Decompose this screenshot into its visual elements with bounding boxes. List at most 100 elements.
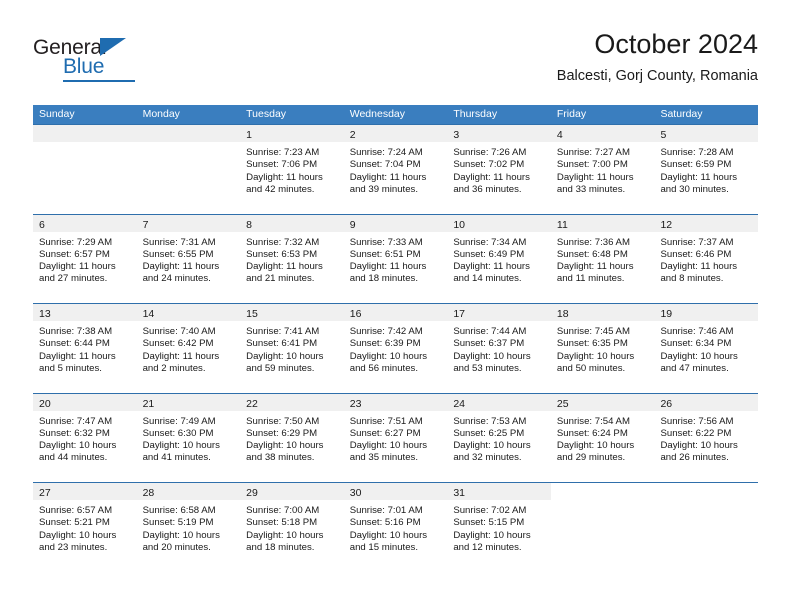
day-number-band: 17 — [447, 304, 551, 321]
sunset-text: Sunset: 6:42 PM — [142, 338, 214, 350]
day-cell[interactable]: 4 Sunrise: 7:27 AM Sunset: 7:00 PM Dayli… — [550, 125, 655, 214]
daylight-text-line1: Daylight: 10 hours — [453, 350, 531, 362]
daylight-text-line2: and 59 minutes. — [246, 362, 315, 374]
sunrise-text: Sunrise: 7:36 AM — [556, 236, 630, 248]
day-cell[interactable]: 12 Sunrise: 7:37 AM Sunset: 6:46 PM Dayl… — [654, 214, 759, 303]
day-details: Sunrise: 7:36 AM Sunset: 6:48 PM Dayligh… — [551, 232, 655, 286]
day-cell[interactable] — [33, 125, 137, 214]
day-cell[interactable]: 11 Sunrise: 7:36 AM Sunset: 6:48 PM Dayl… — [550, 214, 655, 303]
day-cell[interactable]: 25 Sunrise: 7:54 AM Sunset: 6:24 PM Dayl… — [550, 393, 655, 482]
daylight-text-line1: Daylight: 11 hours — [556, 261, 634, 273]
weekday-header-wednesday: Wednesday — [349, 108, 405, 120]
day-cell[interactable]: 18 Sunrise: 7:45 AM Sunset: 6:35 PM Dayl… — [550, 304, 655, 393]
day-number-band: 24 — [447, 393, 551, 411]
day-number: 22 — [246, 397, 258, 410]
day-cell[interactable]: 9 Sunrise: 7:33 AM Sunset: 6:51 PM Dayli… — [343, 214, 448, 303]
day-number: 26 — [660, 397, 673, 410]
day-details: Sunrise: 7:29 AM Sunset: 6:57 PM Dayligh… — [33, 232, 137, 286]
day-cell[interactable]: 17 Sunrise: 7:44 AM Sunset: 6:37 PM Dayl… — [447, 304, 551, 393]
daylight-text-line2: and 23 minutes. — [39, 541, 108, 553]
day-cell[interactable]: 14 Sunrise: 7:40 AM Sunset: 6:42 PM Dayl… — [136, 304, 241, 393]
day-cell[interactable]: 24 Sunrise: 7:53 AM Sunset: 6:25 PM Dayl… — [447, 393, 551, 482]
day-details — [654, 500, 758, 505]
day-details: Sunrise: 7:24 AM Sunset: 7:04 PM Dayligh… — [344, 142, 448, 196]
day-cell[interactable] — [550, 483, 655, 572]
sunrise-text: Sunrise: 7:32 AM — [246, 236, 320, 248]
day-number-band: 20 — [33, 393, 137, 411]
day-cell[interactable] — [654, 483, 759, 572]
day-number: 15 — [246, 308, 258, 320]
calendar-week-row: 27 Sunrise: 6:57 AM Sunset: 5:21 PM Dayl… — [33, 482, 759, 572]
day-details: Sunrise: 7:28 AM Sunset: 6:59 PM Dayligh… — [654, 142, 758, 196]
day-cell[interactable]: 3 Sunrise: 7:26 AM Sunset: 7:02 PM Dayli… — [447, 125, 551, 214]
day-cell[interactable]: 22 Sunrise: 7:50 AM Sunset: 6:29 PM Dayl… — [240, 393, 344, 482]
day-cell[interactable]: 23 Sunrise: 7:51 AM Sunset: 6:27 PM Dayl… — [343, 393, 448, 482]
day-cell[interactable]: 19 Sunrise: 7:46 AM Sunset: 6:34 PM Dayl… — [654, 304, 759, 393]
day-cell[interactable]: 10 Sunrise: 7:34 AM Sunset: 6:49 PM Dayl… — [447, 214, 551, 303]
day-cell[interactable]: 13 Sunrise: 7:38 AM Sunset: 6:44 PM Dayl… — [33, 304, 137, 393]
day-number: 4 — [556, 129, 563, 141]
day-cell[interactable]: 1 Sunrise: 7:23 AM Sunset: 7:06 PM Dayli… — [240, 125, 344, 214]
day-number-band: 29 — [240, 483, 344, 500]
day-number-band: 1 — [240, 125, 344, 142]
daylight-text-line2: and 21 minutes. — [246, 273, 315, 285]
day-number-band: 22 — [240, 393, 344, 411]
day-cell[interactable]: 16 Sunrise: 7:42 AM Sunset: 6:39 PM Dayl… — [343, 304, 448, 393]
daylight-text-line1: Daylight: 10 hours — [39, 529, 117, 541]
daylight-text-line2: and 39 minutes. — [349, 183, 419, 195]
day-cell[interactable]: 31 Sunrise: 7:02 AM Sunset: 5:15 PM Dayl… — [447, 483, 551, 572]
day-cell[interactable]: 5 Sunrise: 7:28 AM Sunset: 6:59 PM Dayli… — [654, 125, 759, 214]
sunrise-text: Sunrise: 7:28 AM — [660, 147, 734, 158]
day-cell[interactable]: 7 Sunrise: 7:31 AM Sunset: 6:55 PM Dayli… — [136, 214, 241, 303]
day-cell[interactable] — [136, 125, 241, 214]
day-cell[interactable]: 26 Sunrise: 7:56 AM Sunset: 6:22 PM Dayl… — [654, 393, 759, 482]
day-cell[interactable]: 6 Sunrise: 7:29 AM Sunset: 6:57 PM Dayli… — [33, 214, 137, 303]
day-number-band: 21 — [136, 393, 241, 411]
day-cell[interactable]: 8 Sunrise: 7:32 AM Sunset: 6:53 PM Dayli… — [240, 214, 344, 303]
daylight-text-line1: Daylight: 10 hours — [556, 350, 635, 362]
day-cell[interactable]: 28 Sunrise: 6:58 AM Sunset: 5:19 PM Dayl… — [136, 483, 241, 572]
daylight-text-line1: Daylight: 10 hours — [142, 440, 220, 452]
day-cell[interactable]: 29 Sunrise: 7:00 AM Sunset: 5:18 PM Dayl… — [240, 483, 344, 572]
day-number: 30 — [349, 487, 362, 499]
sunrise-text: Sunrise: 7:44 AM — [453, 326, 527, 337]
daylight-text-line1: Daylight: 10 hours — [246, 350, 324, 362]
daylight-text-line1: Daylight: 11 hours — [556, 171, 634, 183]
daylight-text-line1: Daylight: 11 hours — [142, 261, 220, 273]
daylight-text-line1: Daylight: 10 hours — [349, 350, 428, 362]
day-details: Sunrise: 6:57 AM Sunset: 5:21 PM Dayligh… — [33, 500, 137, 554]
daylight-text-line1: Daylight: 11 hours — [349, 261, 427, 273]
day-number-band: 6 — [33, 214, 137, 232]
calendar-week-row: 13 Sunrise: 7:38 AM Sunset: 6:44 PM Dayl… — [33, 303, 759, 393]
daylight-text-line2: and 14 minutes. — [453, 273, 522, 285]
day-number-band — [550, 483, 655, 500]
day-details: Sunrise: 7:31 AM Sunset: 6:55 PM Dayligh… — [137, 232, 241, 286]
daylight-text-line2: and 20 minutes. — [142, 541, 211, 553]
day-number-band: 23 — [343, 393, 448, 411]
day-details: Sunrise: 6:58 AM Sunset: 5:19 PM Dayligh… — [137, 500, 241, 554]
day-number-band: 31 — [447, 483, 551, 500]
daylight-text-line1: Daylight: 11 hours — [453, 261, 530, 273]
day-number-band: 5 — [654, 125, 759, 142]
sunrise-text: Sunrise: 6:58 AM — [142, 505, 216, 516]
day-number-band: 9 — [343, 214, 448, 232]
sunset-text: Sunset: 5:21 PM — [39, 517, 110, 529]
day-number-band — [33, 125, 137, 142]
day-details — [551, 500, 655, 505]
day-number-band: 19 — [654, 304, 759, 321]
day-details: Sunrise: 7:23 AM Sunset: 7:06 PM Dayligh… — [240, 142, 344, 196]
day-cell[interactable]: 30 Sunrise: 7:01 AM Sunset: 5:16 PM Dayl… — [343, 483, 448, 572]
day-number: 21 — [142, 397, 155, 410]
day-number-band — [136, 125, 241, 142]
day-number-band: 2 — [343, 125, 448, 142]
daylight-text-line2: and 38 minutes. — [246, 452, 315, 464]
day-details: Sunrise: 7:45 AM Sunset: 6:35 PM Dayligh… — [551, 321, 655, 375]
day-cell[interactable]: 21 Sunrise: 7:49 AM Sunset: 6:30 PM Dayl… — [136, 393, 241, 482]
day-cell[interactable]: 2 Sunrise: 7:24 AM Sunset: 7:04 PM Dayli… — [343, 125, 448, 214]
day-cell[interactable]: 20 Sunrise: 7:47 AM Sunset: 6:32 PM Dayl… — [33, 393, 137, 482]
day-cell[interactable]: 27 Sunrise: 6:57 AM Sunset: 5:21 PM Dayl… — [33, 483, 137, 572]
day-number-band: 7 — [136, 214, 241, 232]
daylight-text-line1: Daylight: 10 hours — [556, 440, 635, 452]
day-cell[interactable]: 15 Sunrise: 7:41 AM Sunset: 6:41 PM Dayl… — [240, 304, 344, 393]
sunrise-text: Sunrise: 7:33 AM — [349, 236, 423, 248]
